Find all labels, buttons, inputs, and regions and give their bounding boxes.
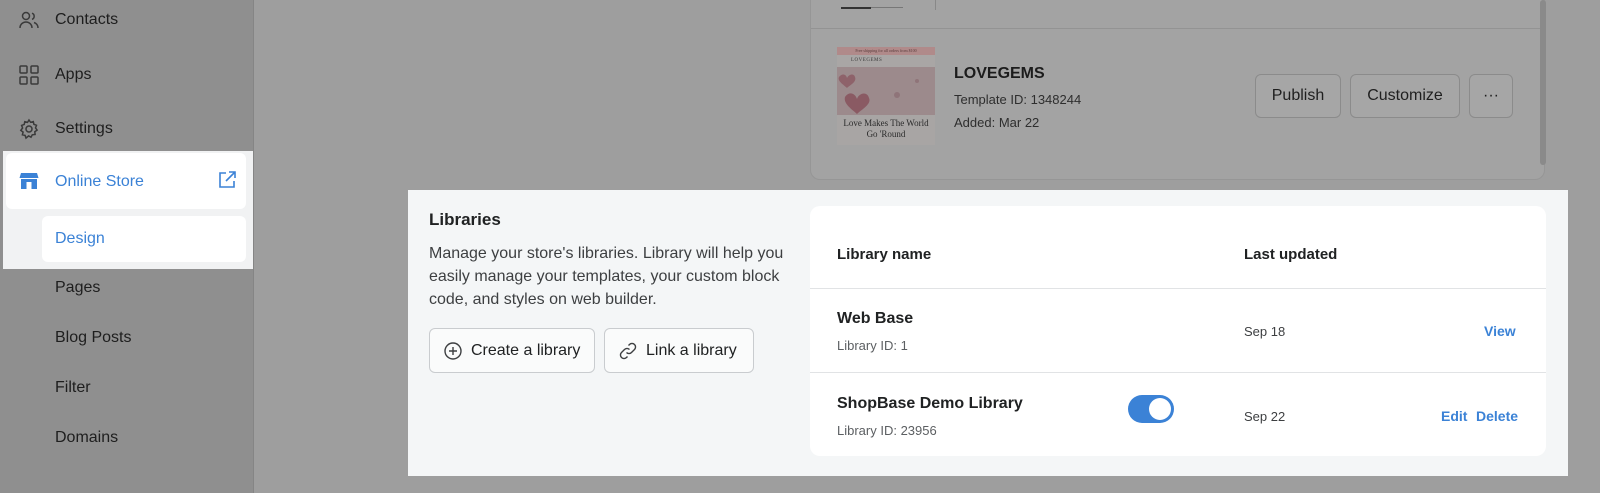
libraries-section: Libraries Manage your store's libraries.… [408,190,1568,476]
create-library-button[interactable]: Create a library [429,328,595,373]
link-icon [619,342,637,360]
sidebar-item-filter[interactable]: Filter [55,379,91,397]
divider [810,288,1546,289]
sidebar-item-apps[interactable]: Apps [0,51,254,99]
plus-circle-icon [444,341,462,360]
libraries-table: Library name Last updated Web Base Libra… [810,206,1546,456]
divider [811,28,1546,29]
delete-library-link[interactable]: Delete [1476,408,1518,424]
template-name: LOVEGEMS [954,65,1045,82]
more-actions-button[interactable]: ··· [1469,74,1513,118]
divider [841,7,871,9]
thumbnail-banner: Free shipping for all orders from $100 [837,47,935,55]
library-id: Library ID: 1 [837,338,908,353]
contacts-icon [18,9,40,31]
sidebar-item-label: Settings [55,120,113,137]
thumbnail-tagline: Love Makes The World Go 'Round [843,118,929,139]
sidebar-item-label: Design [55,230,105,247]
edit-library-link[interactable]: Edit [1441,408,1467,424]
divider [871,7,903,8]
sidebar-item-design[interactable]: Design [42,216,246,262]
gear-icon [18,118,40,140]
store-icon [18,170,40,192]
sidebar-item-online-store[interactable]: Online Store [6,153,246,209]
publish-button[interactable]: Publish [1255,74,1341,118]
thumbnail-hero-image [837,67,935,115]
library-enabled-toggle[interactable] [1128,395,1174,423]
toggle-knob [1149,398,1171,420]
view-library-link[interactable]: View [1484,323,1516,339]
sidebar-item-contacts[interactable]: Contacts [0,0,254,44]
column-header-last-updated: Last updated [1244,246,1338,263]
sidebar-item-label: Online Store [55,173,144,190]
sidebar-item-label: Contacts [55,11,119,28]
thumbnail-brand: LOVEGEMS [837,55,935,67]
libraries-title: Libraries [429,210,501,229]
library-updated-date: Sep 18 [1244,324,1286,339]
template-added-date: Added: Mar 22 [954,115,1040,130]
sidebar-item-blog-posts[interactable]: Blog Posts [55,329,131,347]
column-header-library-name: Library name [837,246,932,263]
apps-icon [18,64,40,86]
template-thumbnail: Free shipping for all orders from $100 L… [837,47,935,145]
divider [935,0,936,10]
customize-button[interactable]: Customize [1350,74,1460,118]
sidebar-item-label: Apps [55,66,92,83]
library-name: ShopBase Demo Library [837,395,1023,412]
link-library-label: Link a library [646,341,737,359]
library-id: Library ID: 23956 [837,423,937,438]
link-library-button[interactable]: Link a library [604,328,754,373]
divider [810,372,1546,373]
library-updated-date: Sep 22 [1244,409,1286,424]
sidebar-item-domains[interactable]: Domains [55,429,118,447]
sidebar-item-settings[interactable]: Settings [0,105,254,153]
scrollbar[interactable] [1540,0,1546,165]
sidebar-item-pages[interactable]: Pages [55,279,100,297]
external-link-icon[interactable] [217,170,237,190]
create-library-label: Create a library [471,341,581,359]
template-id: Template ID: 1348244 [954,92,1082,107]
libraries-description: Manage your store's libraries. Library w… [429,245,784,308]
library-name: Web Base [837,310,914,327]
